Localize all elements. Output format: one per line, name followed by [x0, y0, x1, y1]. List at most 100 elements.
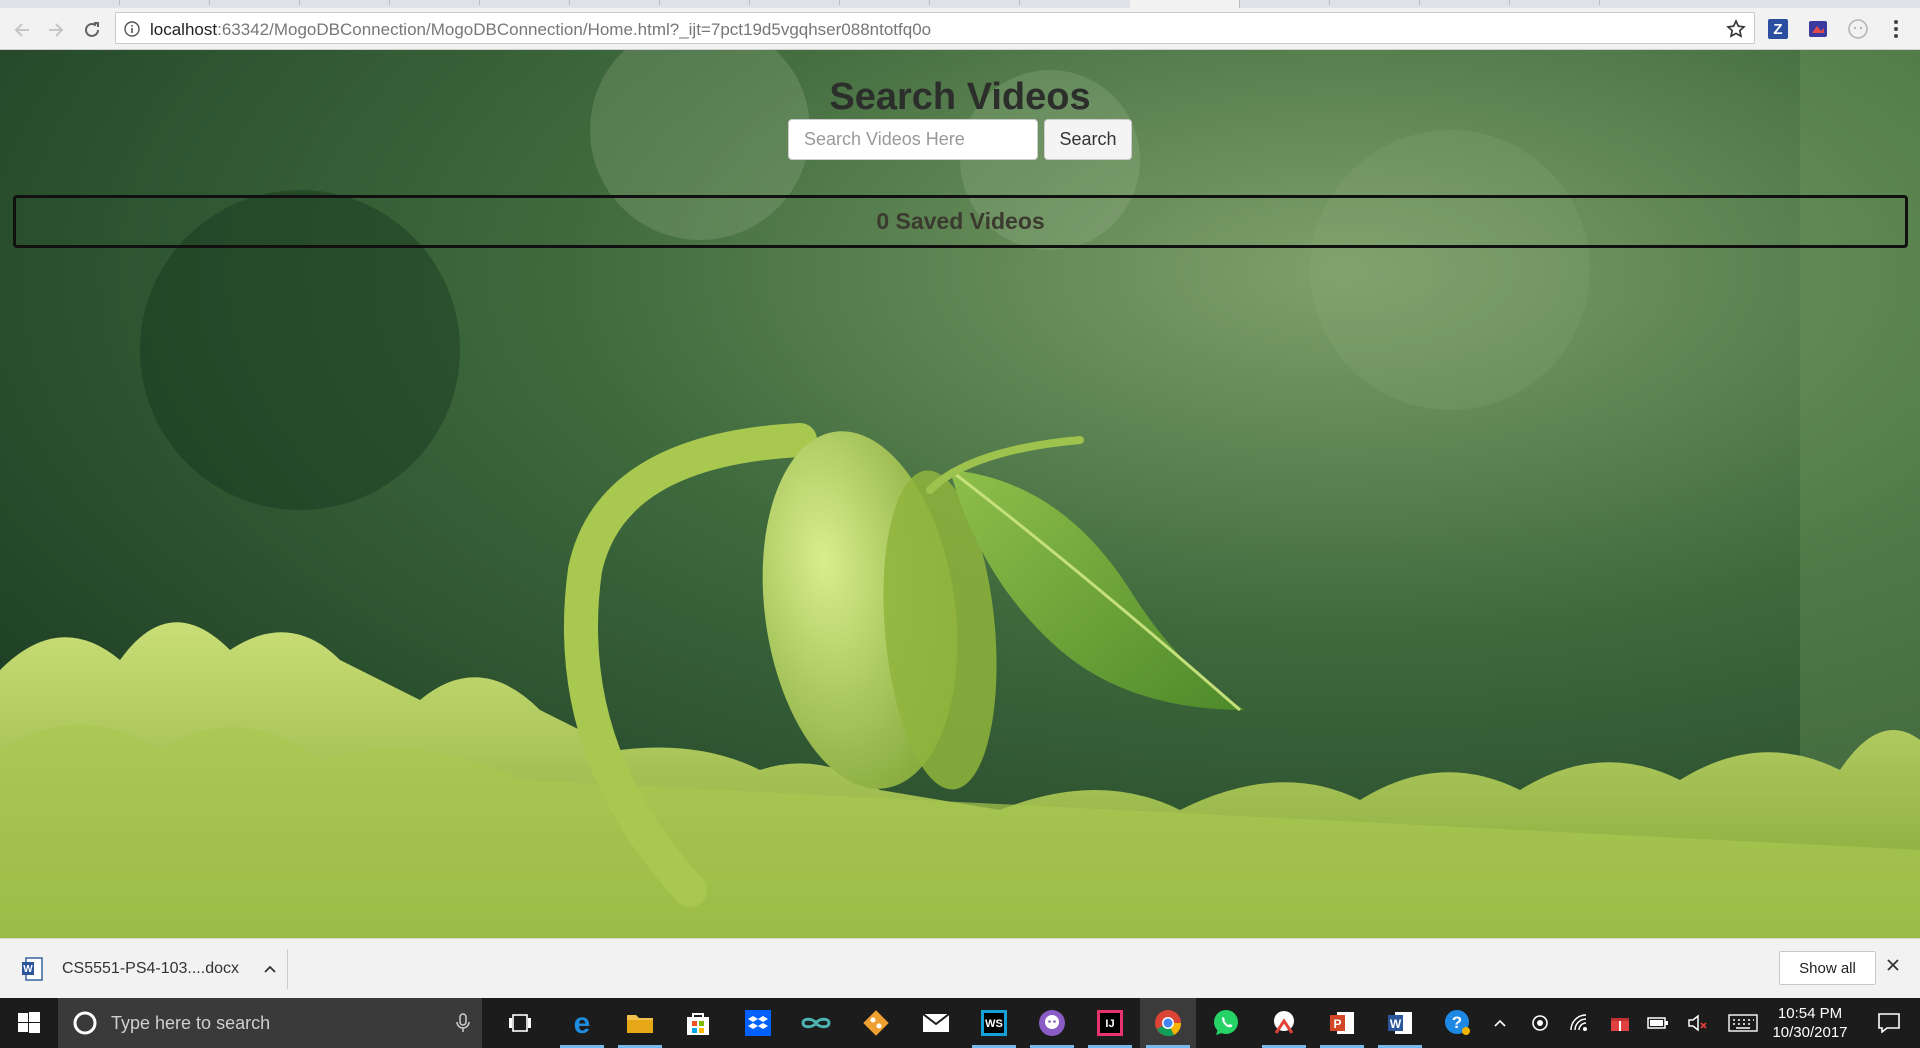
tray-app-button[interactable]: [1528, 998, 1552, 1048]
edge-icon: e: [574, 1009, 591, 1037]
battery-icon: [1647, 1017, 1668, 1029]
taskbar-app-whatsapp[interactable]: [1198, 998, 1254, 1048]
taskbar-app-edge[interactable]: e: [554, 998, 610, 1048]
url-path: :63342/MogoDBConnection/MogoDBConnection…: [217, 20, 932, 39]
mail-icon: [922, 1013, 950, 1032]
download-file-name: CS5551-PS4-103....docx: [62, 960, 239, 977]
back-button[interactable]: [8, 16, 36, 44]
taskbar-app-arduino[interactable]: [788, 998, 844, 1048]
battery-button[interactable]: [1646, 998, 1670, 1048]
clock-date: 10/30/2017: [1772, 1024, 1848, 1041]
browser-tab[interactable]: [1330, 0, 1420, 5]
chevron-up-icon[interactable]: [263, 964, 277, 974]
taskbar-app-word[interactable]: W: [1372, 998, 1428, 1048]
taskbar-app-mail[interactable]: [908, 998, 964, 1048]
taskbar-app-powerpoint[interactable]: P: [1314, 998, 1370, 1048]
task-view-icon: [509, 1014, 531, 1032]
start-button[interactable]: [0, 998, 58, 1048]
browser-tab[interactable]: [1510, 0, 1600, 5]
zotero-extension-button[interactable]: Z: [1766, 17, 1790, 41]
notifications-icon: [1878, 1013, 1900, 1033]
clock-time: 10:54 PM: [1777, 1005, 1843, 1022]
word-document-icon: W: [22, 957, 43, 981]
browser-tab[interactable]: [570, 0, 660, 5]
browser-tab[interactable]: [750, 0, 840, 5]
taskbar-app-git[interactable]: [848, 998, 904, 1048]
back-arrow-icon: [14, 23, 29, 37]
address-bar[interactable]: localhost:63342/MogoDBConnection/MogoDBC…: [115, 12, 1755, 44]
browser-tab[interactable]: [120, 0, 210, 5]
taskbar-app-dropbox[interactable]: [730, 998, 786, 1048]
taskbar-app-github[interactable]: [1024, 998, 1080, 1048]
taskbar-app-store[interactable]: [670, 998, 726, 1048]
taskbar-app-file-explorer[interactable]: [612, 998, 668, 1048]
taskbar-app-chrome[interactable]: [1140, 998, 1196, 1048]
chevron-up-icon: [1494, 1019, 1506, 1027]
browser-tab[interactable]: [300, 0, 390, 5]
browser-tab[interactable]: [0, 0, 120, 5]
zotero-icon: Z: [1768, 19, 1788, 39]
svg-text:Z: Z: [1773, 21, 1782, 38]
store-icon: [687, 1013, 709, 1035]
ghost-extension-button[interactable]: [1846, 17, 1870, 41]
close-icon[interactable]: [1886, 958, 1900, 972]
saved-videos-count: 0 Saved Videos: [876, 208, 1045, 234]
microphone-icon[interactable]: [456, 1013, 470, 1033]
file-explorer-icon: [627, 1015, 653, 1033]
powerpoint-icon: P: [1330, 1012, 1354, 1034]
action-center-button[interactable]: [1866, 998, 1912, 1048]
download-item[interactable]: W CS5551-PS4-103....docx: [22, 954, 277, 984]
browser-tab[interactable]: [840, 0, 930, 5]
taskbar-app-snipping-tool[interactable]: [1256, 998, 1312, 1048]
taskbar-search-box[interactable]: Type here to search: [58, 998, 482, 1048]
taskbar-app-webstorm[interactable]: WS: [966, 998, 1022, 1048]
taskbar-app-help[interactable]: ?: [1430, 998, 1486, 1048]
snipping-tool-icon: [1274, 1011, 1294, 1034]
browser-tab[interactable]: [1420, 0, 1510, 5]
github-icon: [1039, 1010, 1065, 1036]
chrome-icon: [1155, 1010, 1182, 1037]
url-host: localhost: [150, 20, 218, 39]
taskbar-clock[interactable]: 10:54 PM 10/30/2017: [1765, 1004, 1855, 1042]
show-all-button[interactable]: Show all: [1779, 951, 1876, 985]
tray-show-hidden-button[interactable]: [1488, 998, 1512, 1048]
search-input[interactable]: [788, 119, 1038, 160]
tray-app-button[interactable]: [1608, 998, 1632, 1048]
touch-keyboard-button[interactable]: [1726, 998, 1760, 1048]
svg-text:WS: WS: [985, 1018, 1003, 1030]
browser-tab[interactable]: [390, 0, 480, 5]
taskbar-app-intellij[interactable]: IJ: [1082, 998, 1138, 1048]
task-view-button[interactable]: [492, 998, 548, 1048]
url-text[interactable]: localhost:63342/MogoDBConnection/MogoDBC…: [150, 20, 931, 40]
browser-tab[interactable]: [930, 0, 1020, 5]
reload-button[interactable]: [78, 16, 106, 44]
network-button[interactable]: [1568, 998, 1592, 1048]
extension-button[interactable]: [1806, 17, 1830, 41]
svg-text:e: e: [574, 1009, 591, 1037]
page-content: Search Videos Search 0 Saved Videos: [0, 50, 1920, 938]
word-icon: W: [1388, 1012, 1412, 1034]
gift-icon: [1611, 1018, 1629, 1031]
saved-videos-panel: 0 Saved Videos: [13, 195, 1908, 248]
info-icon[interactable]: [124, 21, 140, 37]
search-button[interactable]: Search: [1044, 119, 1132, 160]
intellij-icon: IJ: [1097, 1010, 1123, 1036]
ghostery-icon: [1848, 19, 1868, 39]
page-title: Search Videos: [829, 76, 1091, 118]
svg-text:W: W: [23, 964, 33, 975]
record-icon: [1532, 1015, 1548, 1031]
browser-tab-active[interactable]: [1130, 0, 1240, 8]
reload-icon: [85, 22, 99, 37]
volume-button[interactable]: [1686, 998, 1710, 1048]
taskbar: Type here to search e WS IJ P W ? 10:54 …: [0, 998, 1920, 1048]
keyboard-icon: [1728, 1014, 1758, 1032]
browser-tab[interactable]: [210, 0, 300, 5]
browser-tab[interactable]: [660, 0, 750, 5]
browser-toolbar: localhost:63342/MogoDBConnection/MogoDBC…: [0, 8, 1920, 50]
browser-tab[interactable]: [1240, 0, 1330, 5]
browser-tab[interactable]: [480, 0, 570, 5]
forward-button[interactable]: [42, 16, 70, 44]
svg-text:W: W: [1390, 1017, 1402, 1031]
bookmark-star-icon[interactable]: [1726, 19, 1746, 39]
chrome-menu-button[interactable]: [1884, 17, 1908, 41]
